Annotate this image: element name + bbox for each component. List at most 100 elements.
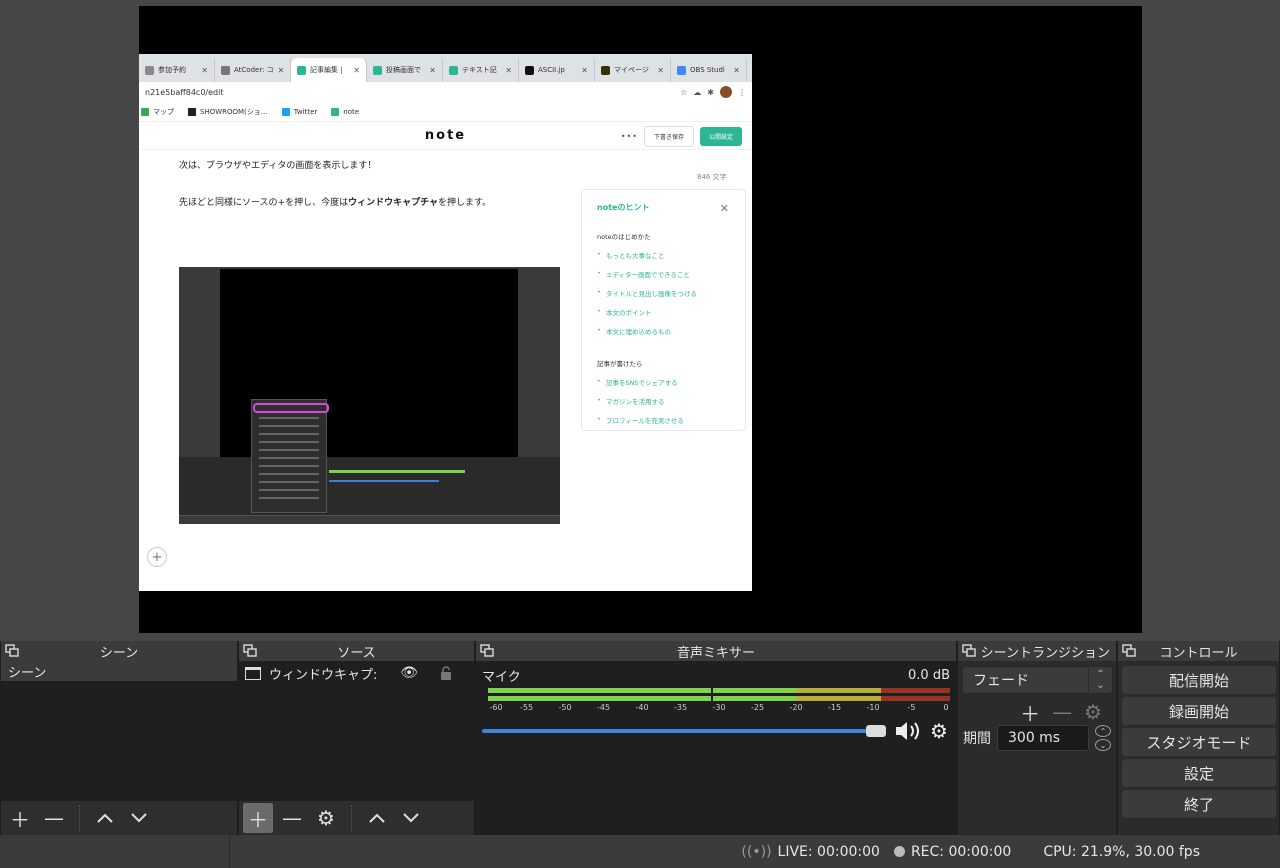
preview-area: 参加予約 ✕ AtCoder: コ ✕ 記事編集 | ✕ 投稿画面で ✕ テキスト記 ✕ ASCII… bbox=[0, 0, 1280, 640]
meter-tick-label: -45 bbox=[596, 703, 611, 712]
scene-item[interactable]: シーン bbox=[1, 661, 237, 681]
channel-name: マイク bbox=[482, 669, 521, 685]
volume-slider[interactable] bbox=[482, 723, 886, 739]
studio-mode-button[interactable]: スタジオモード bbox=[1122, 728, 1276, 756]
favicon-icon bbox=[677, 65, 686, 75]
hint-link: タイトルと見出し画像をつける bbox=[597, 288, 730, 298]
source-properties-button[interactable]: ⚙ bbox=[311, 803, 341, 833]
hint-link: マガジンを活用する bbox=[597, 396, 730, 406]
source-item[interactable]: ウィンドウキャプ: 👁 bbox=[239, 661, 474, 685]
start-recording-button[interactable]: 録画開始 bbox=[1122, 697, 1276, 725]
lock-icon[interactable] bbox=[440, 666, 452, 680]
dock-title: ソース bbox=[239, 641, 474, 661]
menu-dots-icon: ⋮ bbox=[738, 87, 746, 97]
meter-segment bbox=[880, 688, 950, 693]
add-source-button[interactable]: ＋ bbox=[243, 803, 273, 833]
source-label: ウィンドウキャプ: bbox=[269, 667, 378, 683]
status-bar: ((•)) LIVE: 00:00:00 REC: 00:00:00 CPU: … bbox=[0, 835, 1280, 868]
remove-transition-button[interactable]: — bbox=[1052, 700, 1072, 724]
favicon-icon bbox=[525, 65, 534, 75]
close-icon: ✕ bbox=[277, 65, 285, 75]
bookmark-icon bbox=[331, 107, 340, 116]
close-icon: ✕ bbox=[719, 202, 729, 215]
more-options-icon: ••• bbox=[620, 132, 638, 141]
add-scene-button[interactable]: ＋ bbox=[5, 803, 35, 833]
scenes-list: シーン ＋ — bbox=[1, 661, 237, 835]
bookmark-item: マップ bbox=[141, 107, 174, 117]
close-icon: ✕ bbox=[657, 65, 664, 75]
preview-canvas[interactable]: 参加予約 ✕ AtCoder: コ ✕ 記事編集 | ✕ 投稿画面で ✕ テキスト記 ✕ ASCII… bbox=[139, 6, 1142, 633]
favicon-icon bbox=[297, 65, 306, 75]
scenes-dock: シーン シーン ＋ — bbox=[0, 641, 238, 835]
increment-icon[interactable]: ⌃ bbox=[1095, 725, 1111, 737]
add-transition-button[interactable]: ＋ bbox=[1020, 698, 1040, 727]
meter-tick-label: -15 bbox=[827, 703, 842, 712]
undock-icon[interactable] bbox=[5, 644, 19, 658]
move-down-button[interactable] bbox=[396, 803, 426, 833]
dock-title: コントロール bbox=[1118, 641, 1279, 661]
browser-tab: 参加予約 ✕ bbox=[139, 58, 215, 82]
move-up-button[interactable] bbox=[362, 803, 392, 833]
close-icon: ✕ bbox=[581, 65, 588, 75]
publish-button: 公開設定 bbox=[699, 127, 742, 146]
mixer-body: マイク 0.0 dB -60 -55 -50 -45 -40 -35 -30 -25 -20 -1… bbox=[476, 661, 956, 835]
exit-button[interactable]: 終了 bbox=[1122, 790, 1276, 818]
controls-body: 配信開始 録画開始 スタジオモード 設定 終了 bbox=[1118, 661, 1279, 835]
remove-scene-button[interactable]: — bbox=[39, 803, 69, 833]
close-icon: ✕ bbox=[505, 65, 512, 75]
dock-title: 音声ミキサー bbox=[476, 641, 956, 661]
browser-tab: AtCoder: コ ✕ bbox=[215, 58, 291, 82]
start-streaming-button[interactable]: 配信開始 bbox=[1122, 666, 1276, 694]
meter-gap bbox=[711, 688, 714, 693]
article-body: 次は、ブラウザやエディタの画面を表示します！ 先ほどと同様にソースの+を押し、今… bbox=[179, 158, 559, 212]
undock-icon[interactable] bbox=[962, 644, 976, 658]
meter-tick-label: -30 bbox=[712, 703, 726, 712]
cloud-icon: ☁ bbox=[693, 87, 702, 97]
bookmark-item: note bbox=[331, 107, 359, 116]
chevron-updown-icon: ⌃ ⌄ bbox=[1088, 667, 1112, 693]
bookmark-item: Twitter bbox=[281, 107, 317, 116]
meter-tick-label: -5 bbox=[907, 703, 916, 712]
star-icon: ☆ bbox=[680, 87, 688, 97]
gear-icon[interactable]: ⚙ bbox=[1084, 700, 1102, 724]
move-down-button[interactable] bbox=[124, 803, 154, 833]
gear-icon[interactable]: ⚙ bbox=[930, 719, 948, 743]
browser-tab: マイページ ✕ bbox=[595, 58, 671, 82]
duration-input[interactable]: 300 ms bbox=[997, 725, 1089, 751]
bookmark-icon bbox=[188, 107, 196, 116]
visibility-eye-icon[interactable]: 👁 bbox=[400, 665, 418, 681]
transition-select[interactable]: フェード ⌃ ⌄ bbox=[963, 667, 1112, 693]
channel-level: 0.0 dB bbox=[908, 667, 950, 683]
scenes-toolbar: ＋ — bbox=[1, 801, 237, 835]
url-text: n21e5baff84c0/edit bbox=[145, 87, 224, 97]
new-tab-icon: + bbox=[747, 64, 752, 82]
undock-icon[interactable] bbox=[480, 644, 494, 658]
bookmark-item: SHOWROOM(ショ… bbox=[188, 107, 268, 117]
move-up-button[interactable] bbox=[90, 803, 120, 833]
rec-status: REC: 00:00:00 bbox=[893, 844, 1011, 860]
controls-dock: コントロール 配信開始 録画開始 スタジオモード 設定 終了 bbox=[1117, 641, 1280, 835]
browser-tab: OBS Studi ✕ bbox=[671, 58, 747, 82]
browser-tab: ASCII.jp ✕ bbox=[519, 58, 595, 82]
tab-label: 参加予約 bbox=[158, 66, 186, 74]
record-dot-icon bbox=[893, 846, 905, 857]
scene-transitions-dock: シーントランジション フェード ⌃ ⌄ ＋ — ⚙ 期間 300 ms ⌃ ⌄ bbox=[957, 641, 1117, 835]
close-icon: ✕ bbox=[733, 65, 740, 75]
undock-icon[interactable] bbox=[243, 644, 257, 658]
favicon-icon bbox=[373, 65, 382, 75]
decrement-icon[interactable]: ⌄ bbox=[1095, 739, 1111, 751]
hint-title: noteのヒント bbox=[597, 203, 650, 212]
meter-tick-label: 0 bbox=[943, 703, 949, 712]
favicon-icon bbox=[145, 65, 154, 75]
sources-dock: ソース ウィンドウキャプ: 👁 ＋ — ⚙ bbox=[238, 641, 475, 835]
settings-button[interactable]: 設定 bbox=[1122, 759, 1276, 787]
window-capture-icon bbox=[245, 666, 261, 680]
bookmark-icon bbox=[281, 107, 290, 116]
speaker-icon[interactable] bbox=[894, 720, 922, 742]
favicon-icon bbox=[449, 65, 458, 75]
broadcast-icon: ((•)) bbox=[741, 843, 772, 860]
undock-icon[interactable] bbox=[1122, 644, 1136, 658]
hint-link: もっとも大事なこと bbox=[597, 250, 730, 260]
remove-source-button[interactable]: — bbox=[277, 803, 307, 833]
bookmarks-bar: マップ SHOWROOM(ショ… Twitter note bbox=[139, 102, 752, 122]
